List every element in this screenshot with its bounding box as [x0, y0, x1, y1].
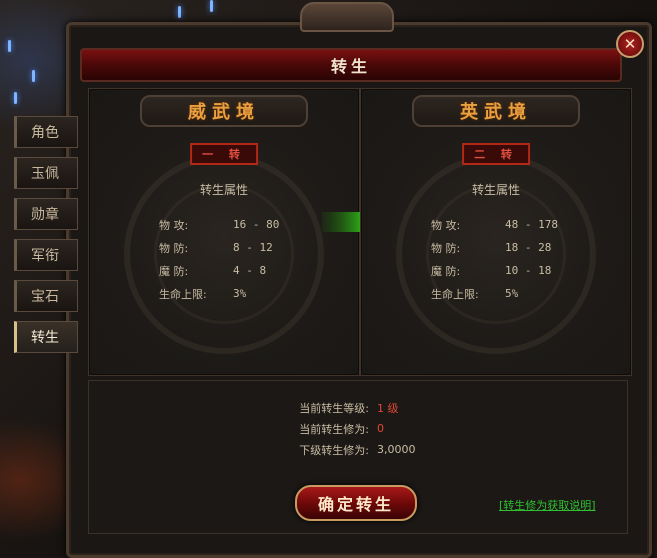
stat-value: 5%	[505, 287, 519, 300]
current-rebirth-level: 1 级	[377, 401, 399, 415]
current-realm-title: 威武境	[140, 95, 308, 127]
stat-row: 物 防: 8 - 12	[159, 236, 279, 259]
next-realm-panel: 英武境 二 转 转生属性 物 攻: 48 - 178 物 防: 18 - 28 魔 …	[360, 88, 632, 376]
info-row: 当前转生等级: 1 级	[279, 397, 416, 418]
next-stats: 物 攻: 48 - 178 物 防: 18 - 28 魔 防: 10 - 18 生命上…	[431, 213, 558, 305]
spark-particle	[32, 70, 35, 82]
stat-label: 魔 防:	[431, 264, 461, 278]
stat-label: 物 防:	[431, 241, 461, 255]
next-realm-title: 英武境	[412, 95, 580, 127]
stat-value: 18 - 28	[505, 241, 552, 254]
stat-row: 生命上限: 3%	[159, 282, 279, 305]
tab-label: 宝石	[31, 289, 59, 305]
tab-medal[interactable]: 勋章	[14, 198, 78, 230]
stat-value: 16 - 80	[233, 218, 280, 231]
current-stats: 物 攻: 16 - 80 物 防: 8 - 12 魔 防: 4 - 8 生命上限: 3%	[159, 213, 279, 305]
stat-row: 物 攻: 16 - 80	[159, 213, 279, 236]
current-attr-heading: 转生属性	[199, 183, 248, 197]
close-button[interactable]: ✕	[616, 30, 644, 58]
stat-row: 物 防: 18 - 28	[431, 236, 558, 259]
next-cultivation-value: 3,0000	[377, 443, 416, 456]
info-label: 下级转生修为:	[299, 443, 369, 457]
side-tab-list: 角色 玉佩 勋章 军衔 宝石 转生	[14, 116, 82, 362]
cultivation-help-link[interactable]: [转生修为获取说明]	[499, 497, 596, 513]
spark-particle	[14, 92, 17, 104]
stat-label: 物 攻:	[159, 218, 189, 232]
spark-particle	[178, 6, 181, 18]
window-title-bar[interactable]: 转生	[80, 48, 622, 82]
tab-label: 转生	[31, 330, 59, 346]
stat-label: 生命上限:	[159, 287, 207, 301]
tab-gem[interactable]: 宝石	[14, 280, 78, 312]
next-attr-heading: 转生属性	[471, 183, 520, 197]
info-label: 当前转生等级:	[299, 401, 369, 415]
close-icon: ✕	[623, 34, 637, 53]
beast-crest-ornament	[300, 2, 394, 32]
spark-particle	[210, 0, 213, 12]
next-level-badge: 二 转	[462, 143, 530, 165]
spark-particle	[8, 40, 11, 52]
stat-value: 4 - 8	[233, 264, 267, 277]
tab-label: 玉佩	[31, 166, 59, 182]
confirm-rebirth-button[interactable]: 确定转生	[295, 485, 417, 521]
stat-label: 生命上限:	[431, 287, 479, 301]
info-row: 当前转生修为: 0	[279, 418, 416, 439]
window-title: 转生	[330, 57, 371, 76]
stat-value: 10 - 18	[505, 264, 552, 277]
tab-character[interactable]: 角色	[14, 116, 78, 148]
tab-rebirth[interactable]: 转生	[14, 321, 78, 353]
stat-row: 物 攻: 48 - 178	[431, 213, 558, 236]
stat-value: 8 - 12	[233, 241, 273, 254]
info-row: 下级转生修为: 3,0000	[279, 439, 416, 460]
stat-row: 魔 防: 4 - 8	[159, 259, 279, 282]
tab-rank[interactable]: 军衔	[14, 239, 78, 271]
info-label: 当前转生修为:	[299, 422, 369, 436]
tab-jade[interactable]: 玉佩	[14, 157, 78, 189]
stat-value: 48 - 178	[505, 218, 558, 231]
stat-label: 物 攻:	[431, 218, 461, 232]
tab-label: 军衔	[31, 248, 59, 264]
current-cultivation-value: 0	[377, 422, 384, 435]
stat-value: 3%	[233, 287, 247, 300]
rebirth-info-panel: 当前转生等级: 1 级 当前转生修为: 0 下级转生修为: 3,0000 确定转…	[88, 380, 628, 534]
current-realm-panel: 威武境 一 转 转生属性 物 攻: 16 - 80 物 防: 8 - 12 魔 防:…	[88, 88, 360, 376]
stat-row: 魔 防: 10 - 18	[431, 259, 558, 282]
stat-label: 魔 防:	[159, 264, 189, 278]
stat-label: 物 防:	[159, 241, 189, 255]
rebirth-info: 当前转生等级: 1 级 当前转生修为: 0 下级转生修为: 3,0000	[279, 397, 416, 460]
tab-label: 角色	[31, 125, 59, 141]
tab-label: 勋章	[31, 207, 59, 223]
stat-row: 生命上限: 5%	[431, 282, 558, 305]
current-level-badge: 一 转	[190, 143, 258, 165]
